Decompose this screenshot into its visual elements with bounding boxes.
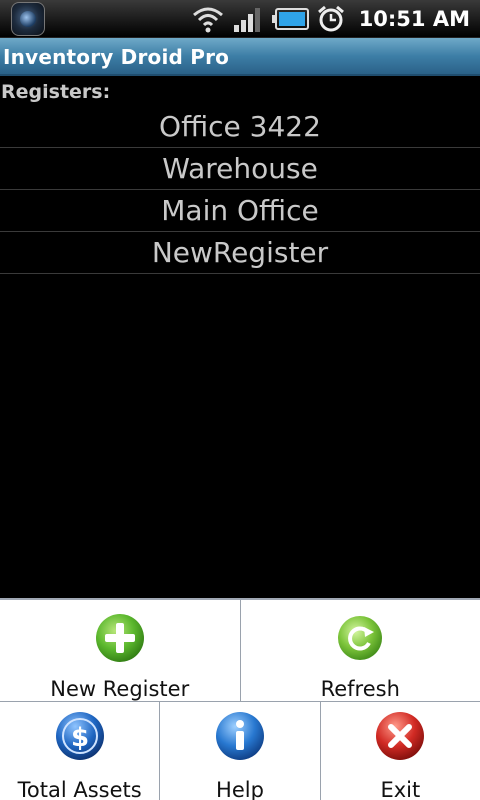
battery-icon — [271, 8, 309, 30]
refresh-button[interactable]: Refresh — [240, 600, 480, 701]
new-register-label: New Register — [50, 677, 190, 701]
close-icon — [374, 710, 426, 762]
wifi-icon — [192, 7, 223, 33]
exit-button[interactable]: Exit — [320, 702, 480, 800]
signal-icon — [233, 8, 260, 32]
total-assets-label: Total Assets — [17, 778, 142, 800]
refresh-label: Refresh — [320, 677, 400, 701]
app-title: Inventory Droid Pro — [3, 45, 230, 69]
alarm-icon — [317, 5, 344, 32]
help-button[interactable]: Help — [160, 702, 321, 800]
title-bar: Inventory Droid Pro — [0, 38, 480, 76]
status-bar: 10:51 AM — [0, 0, 480, 38]
register-item[interactable]: NewRegister — [0, 232, 480, 274]
registers-label: Registers: — [1, 81, 111, 103]
register-item[interactable]: Office 3422 — [0, 106, 480, 148]
menu-row-bottom: $ Total Assets Help Exit — [0, 702, 480, 800]
plus-icon — [94, 612, 146, 664]
new-register-button[interactable]: New Register — [0, 600, 241, 701]
options-menu: New Register Refresh $ Total Assets Help… — [0, 598, 480, 800]
dollar-icon: $ — [54, 710, 106, 762]
exit-label: Exit — [380, 778, 421, 800]
info-icon — [214, 710, 266, 762]
register-list: Office 3422 Warehouse Main Office NewReg… — [0, 106, 480, 274]
status-icons: 10:51 AM — [191, 0, 470, 38]
register-item[interactable]: Warehouse — [0, 148, 480, 190]
help-label: Help — [216, 778, 264, 800]
total-assets-button[interactable]: $ Total Assets — [0, 702, 161, 800]
svg-text:$: $ — [71, 723, 89, 753]
menu-row-top: New Register Refresh — [0, 600, 480, 702]
app-notification-icon[interactable] — [11, 2, 45, 36]
clock: 10:51 AM — [358, 7, 470, 31]
register-item[interactable]: Main Office — [0, 190, 480, 232]
refresh-icon — [334, 612, 386, 664]
